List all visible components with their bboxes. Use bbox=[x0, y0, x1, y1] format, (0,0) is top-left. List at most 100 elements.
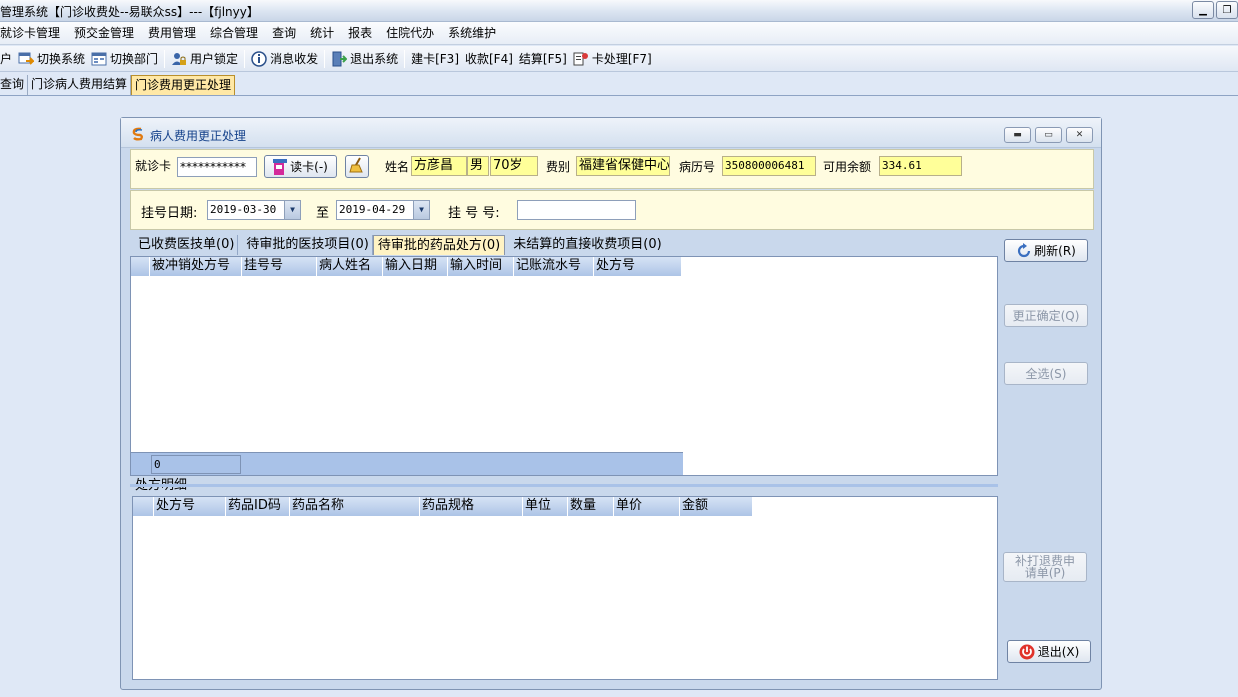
read-card-label: 读卡(-) bbox=[290, 160, 328, 174]
clear-button[interactable] bbox=[345, 155, 369, 178]
toolbar-separator bbox=[404, 49, 406, 68]
menu-query[interactable]: 查询 bbox=[265, 22, 303, 45]
menu-system-maintenance[interactable]: 系统维护 bbox=[441, 22, 503, 45]
menu-reports[interactable]: 报表 bbox=[341, 22, 379, 45]
minimize-button[interactable]: ▁ bbox=[1192, 1, 1214, 19]
window-controls: ▁ ❐ bbox=[1190, 1, 1238, 19]
select-all-label: 全选(S) bbox=[1025, 367, 1067, 381]
menu-bar: 就诊卡管理 预交金管理 费用管理 综合管理 查询 统计 报表 住院代办 系统维护 bbox=[0, 22, 1238, 45]
doc-tab-outpatient-settlement[interactable]: 门诊病人费用结算 bbox=[28, 75, 132, 95]
card-process-label: 卡处理[F7] bbox=[591, 52, 652, 66]
record-number-field: 350800006481 bbox=[722, 156, 816, 176]
card-process-button[interactable]: 卡处理[F7] bbox=[570, 48, 655, 70]
tab-pending-tech-items[interactable]: 待审批的医技项目(0) bbox=[238, 235, 373, 255]
switch-system-button[interactable]: 切换系统 bbox=[15, 48, 88, 70]
column-header[interactable]: 药品ID码 bbox=[226, 497, 290, 516]
select-all-button[interactable]: 全选(S) bbox=[1004, 362, 1088, 385]
chevron-down-icon[interactable]: ▼ bbox=[413, 201, 429, 219]
date-to-picker[interactable]: 2019-04-29 ▼ bbox=[336, 200, 430, 220]
fee-correction-dialog: 病人费用更正处理 ▬ ▭ ✕ 就诊卡 *********** 读卡(-) 姓名 … bbox=[120, 117, 1102, 690]
switch-department-button[interactable]: 切换部门 bbox=[88, 48, 161, 70]
patient-info-panel: 就诊卡 *********** 读卡(-) 姓名 方彦昌 男 70岁 费别 福建… bbox=[130, 149, 1094, 189]
menu-card-management[interactable]: 就诊卡管理 bbox=[0, 22, 67, 45]
menu-deposit-management[interactable]: 预交金管理 bbox=[67, 22, 141, 45]
switch-system-label: 切换系统 bbox=[37, 52, 86, 66]
exit-system-label: 退出系统 bbox=[350, 52, 399, 66]
dialog-window-controls: ▬ ▭ ✕ bbox=[1000, 127, 1093, 143]
column-header[interactable]: 单价 bbox=[614, 497, 680, 516]
user-lock-icon bbox=[171, 51, 187, 67]
collect-payment-button[interactable]: 收款[F4] bbox=[462, 48, 516, 70]
registration-number-input[interactable] bbox=[517, 200, 636, 220]
date-to-label: 至 bbox=[316, 206, 330, 221]
read-card-button[interactable]: 读卡(-) bbox=[264, 155, 337, 178]
exit-dialog-button[interactable]: 退出(X) bbox=[1007, 640, 1091, 663]
prescription-grid-footer: 0 bbox=[131, 452, 683, 475]
broom-icon bbox=[348, 156, 366, 177]
card-reader-icon bbox=[273, 158, 288, 175]
card-process-icon bbox=[573, 51, 589, 67]
toolbar: 户 切换系统 切换部门 用户锁定 消息收发 退出系统 建卡[F3] 收款[F4]… bbox=[0, 46, 1238, 72]
menu-general-management[interactable]: 综合管理 bbox=[203, 22, 265, 45]
tab-pending-prescriptions[interactable]: 待审批的药品处方(0) bbox=[372, 235, 506, 255]
toolbar-user-item[interactable]: 户 bbox=[0, 48, 15, 70]
reprint-refund-request-button[interactable]: 补打退费申请单(P) bbox=[1003, 552, 1087, 582]
settle-button[interactable]: 结算[F5] bbox=[516, 48, 570, 70]
menu-statistics[interactable]: 统计 bbox=[303, 22, 341, 45]
column-header[interactable]: 药品规格 bbox=[420, 497, 523, 516]
column-header[interactable]: 挂号号 bbox=[242, 257, 317, 276]
column-header[interactable]: 处方号 bbox=[154, 497, 226, 516]
refresh-label: 刷新(R) bbox=[1034, 244, 1076, 258]
row-indicator-column bbox=[131, 257, 150, 276]
dialog-minimize-button[interactable]: ▬ bbox=[1004, 127, 1031, 143]
lock-user-button[interactable]: 用户锁定 bbox=[168, 48, 241, 70]
prescription-grid[interactable]: 被冲销处方号 挂号号 病人姓名 输入日期 输入时间 记账流水号 处方号 0 bbox=[130, 256, 998, 476]
tab-charged-tech-orders[interactable]: 已收费医技单(0) bbox=[130, 235, 239, 255]
menu-inpatient-agent[interactable]: 住院代办 bbox=[379, 22, 441, 45]
tab-unsettled-direct-items[interactable]: 未结算的直接收费项目(0) bbox=[505, 235, 664, 255]
exit-dialog-label: 退出(X) bbox=[1037, 645, 1080, 659]
dialog-maximize-button[interactable]: ▭ bbox=[1035, 127, 1062, 143]
patient-name-field: 方彦昌 bbox=[411, 156, 467, 176]
restore-icon: ❐ bbox=[1222, 4, 1232, 16]
column-header[interactable]: 输入日期 bbox=[383, 257, 448, 276]
column-header[interactable]: 输入时间 bbox=[448, 257, 514, 276]
prescription-detail-grid[interactable]: 处方号 药品ID码 药品名称 药品规格 单位 数量 单价 金额 bbox=[132, 496, 998, 680]
record-tabs: 已收费医技单(0) 待审批的医技项目(0) 待审批的药品处方(0) 未结算的直接… bbox=[130, 233, 998, 255]
dialog-title-bar: 病人费用更正处理 ▬ ▭ ✕ bbox=[121, 118, 1101, 148]
doc-tab-query[interactable]: 查询 bbox=[0, 75, 29, 95]
column-header[interactable]: 药品名称 bbox=[290, 497, 420, 516]
restore-button[interactable]: ❐ bbox=[1216, 1, 1238, 19]
refresh-button[interactable]: 刷新(R) bbox=[1004, 239, 1088, 262]
fee-type-field: 福建省保健中心 bbox=[576, 156, 670, 176]
messages-button[interactable]: 消息收发 bbox=[248, 48, 321, 70]
toolbar-separator bbox=[164, 49, 166, 68]
confirm-correction-button[interactable]: 更正确定(Q) bbox=[1004, 304, 1088, 327]
name-label: 姓名 bbox=[385, 160, 410, 174]
exit-system-button[interactable]: 退出系统 bbox=[328, 48, 401, 70]
patient-age-field: 70岁 bbox=[490, 156, 538, 176]
card-number-input[interactable]: *********** bbox=[177, 157, 257, 177]
column-header[interactable]: 单位 bbox=[523, 497, 568, 516]
prescription-grid-header: 被冲销处方号 挂号号 病人姓名 输入日期 输入时间 记账流水号 处方号 bbox=[131, 257, 682, 276]
dialog-close-button[interactable]: ✕ bbox=[1066, 127, 1093, 143]
doc-tab-fee-correction[interactable]: 门诊费用更正处理 bbox=[131, 75, 236, 95]
card-label: 就诊卡 bbox=[135, 159, 172, 173]
maximize-icon: ▭ bbox=[1044, 130, 1053, 140]
lock-user-label: 用户锁定 bbox=[190, 52, 239, 66]
column-header[interactable]: 被冲销处方号 bbox=[150, 257, 242, 276]
create-card-button[interactable]: 建卡[F3] bbox=[408, 48, 462, 70]
column-header[interactable]: 金额 bbox=[680, 497, 753, 516]
chevron-down-icon[interactable]: ▼ bbox=[284, 201, 300, 219]
date-to-value: 2019-04-29 bbox=[339, 203, 406, 216]
column-header[interactable]: 处方号 bbox=[594, 257, 682, 276]
close-icon: ✕ bbox=[1075, 130, 1084, 140]
column-header[interactable]: 病人姓名 bbox=[317, 257, 383, 276]
toolbar-separator bbox=[244, 49, 246, 68]
column-header[interactable]: 记账流水号 bbox=[514, 257, 594, 276]
reprint-refund-request-label: 补打退费申请单(P) bbox=[1014, 554, 1075, 580]
column-header[interactable]: 数量 bbox=[568, 497, 614, 516]
menu-fee-management[interactable]: 费用管理 bbox=[141, 22, 203, 45]
date-from-picker[interactable]: 2019-03-30 ▼ bbox=[207, 200, 301, 220]
switch-department-icon bbox=[91, 51, 107, 67]
